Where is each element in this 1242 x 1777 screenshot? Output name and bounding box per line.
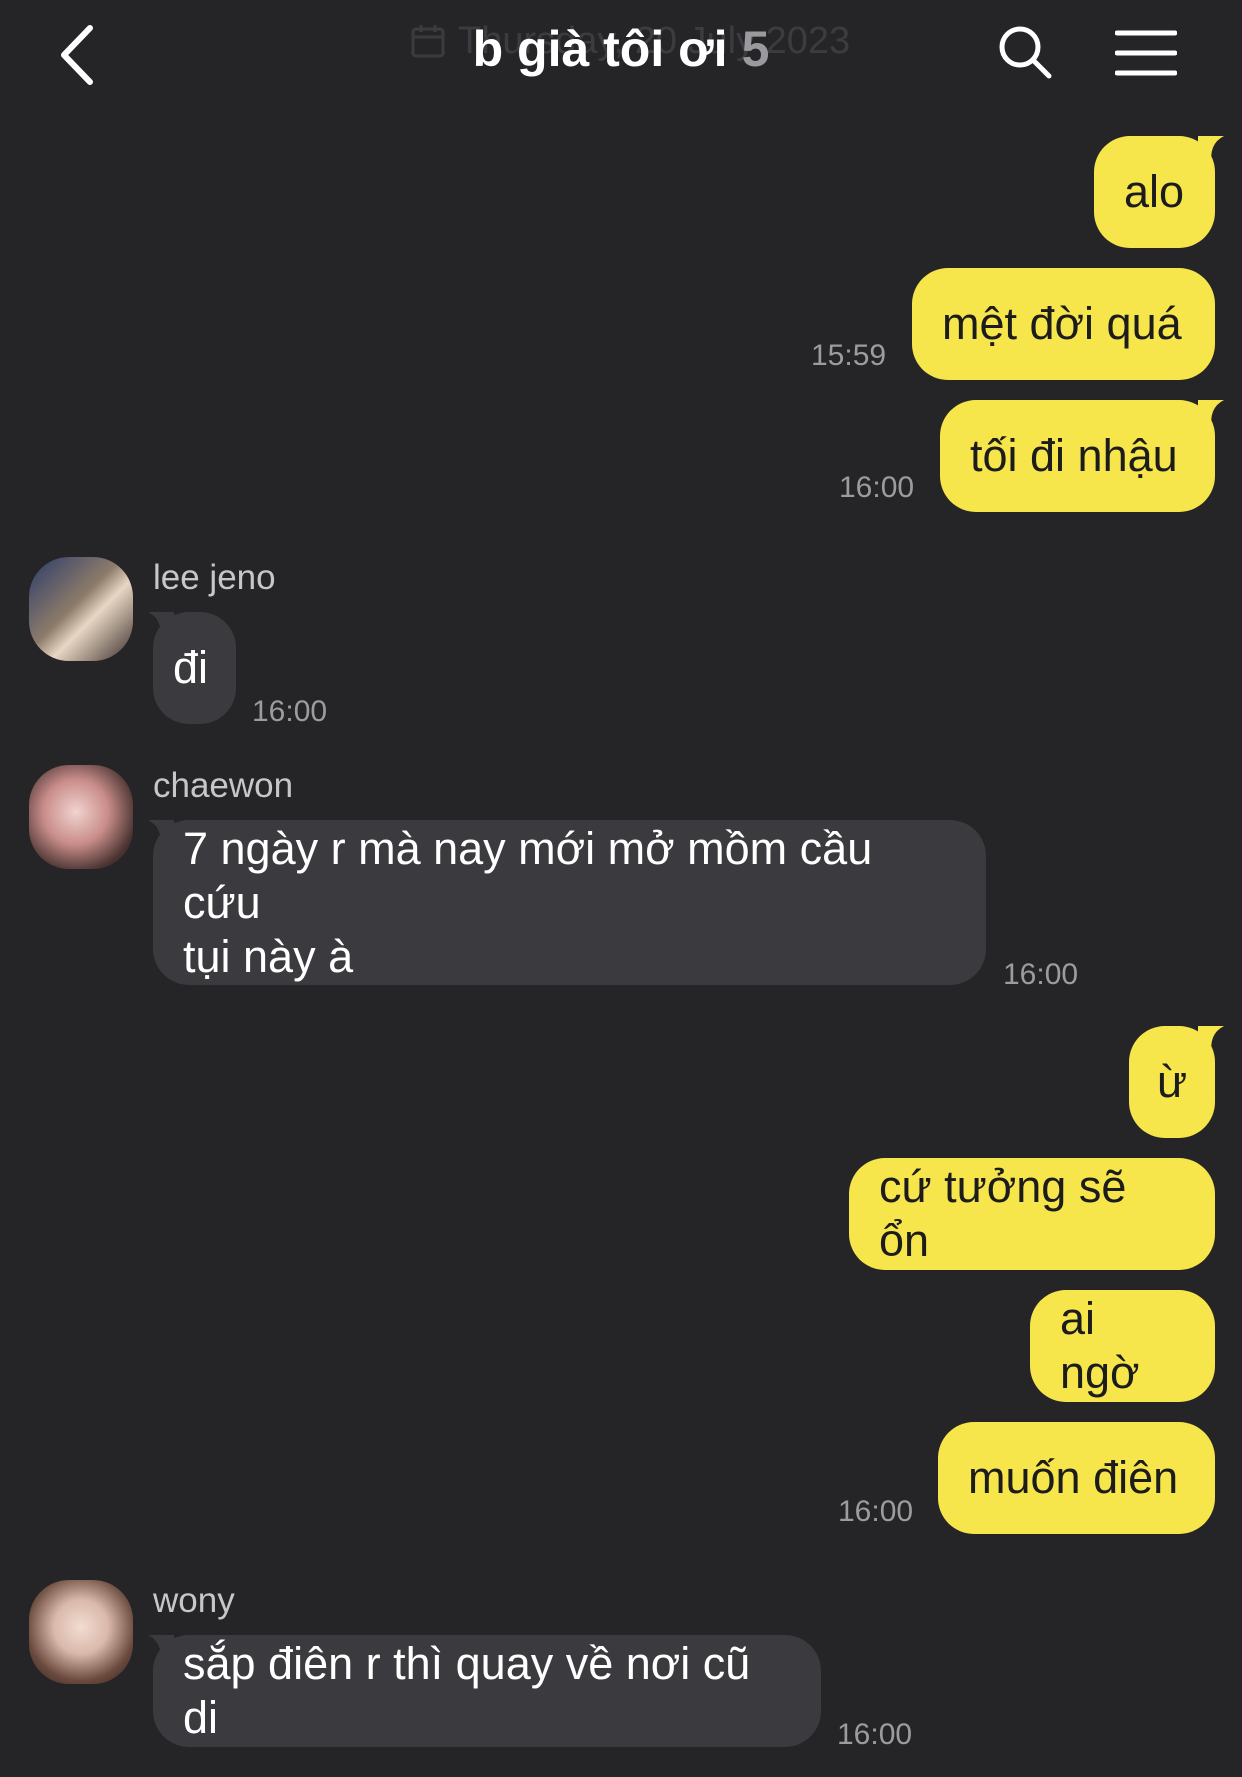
message-text: cứ tưởng sẽ ổn (879, 1161, 1127, 1266)
message-text: ừ (1156, 1056, 1188, 1107)
message-text: alo (1124, 166, 1185, 217)
sender-name: chaewon (153, 766, 294, 805)
bubble-tail (1198, 1026, 1224, 1056)
bubble-tail (1198, 400, 1224, 430)
message-text-line: 7 ngày r mà nay mới mở mồm cầu cứu (183, 822, 873, 928)
sender-name: wony (153, 1581, 235, 1620)
outgoing-message[interactable]: cứ tưởng sẽ ổn (849, 1158, 1215, 1270)
avatar-chaewon[interactable] (29, 765, 133, 869)
search-icon (999, 26, 1052, 79)
message-text: mệt đời quá (942, 298, 1182, 349)
message-text: muốn điên (968, 1452, 1179, 1503)
incoming-message[interactable]: 7 ngày r mà nay mới mở mồm cầu cứu tụi n… (153, 820, 986, 985)
message-text: tối đi nhậu (970, 430, 1178, 481)
message-text: ai ngờ (1060, 1293, 1140, 1398)
sender-name: lee jeno (153, 558, 276, 597)
menu-icon (1114, 30, 1178, 76)
outgoing-message[interactable]: ai ngờ (1030, 1290, 1215, 1402)
message-text: đi (173, 642, 209, 693)
chat-title: b già tôi ơi 5 (0, 20, 1242, 78)
menu-button[interactable] (1114, 28, 1178, 78)
message-time: 16:00 (837, 1718, 913, 1751)
message-time: 16:00 (838, 1495, 914, 1528)
message-time: 16:00 (252, 695, 328, 728)
bubble-tail (1198, 136, 1224, 166)
message-text-line: tụi này à (183, 930, 354, 982)
avatar-wony[interactable] (29, 1580, 133, 1684)
outgoing-message[interactable]: mệt đời quá (912, 268, 1215, 380)
incoming-message[interactable]: đi (153, 612, 236, 724)
message-time: 16:00 (1003, 958, 1079, 991)
outgoing-message[interactable]: tối đi nhậu (940, 400, 1215, 512)
outgoing-message[interactable]: muốn điên (938, 1422, 1215, 1534)
message-text: sắp điên r thì quay về nơi cũ di (183, 1638, 751, 1743)
member-count: 5 (741, 21, 770, 77)
avatar-lee-jeno[interactable] (29, 557, 133, 661)
search-button[interactable] (995, 22, 1055, 82)
message-time: 16:00 (839, 471, 915, 504)
group-name: b già tôi ơi (472, 21, 728, 77)
incoming-message[interactable]: sắp điên r thì quay về nơi cũ di (153, 1635, 821, 1747)
chat-header: Thursday, 20 July 2023 b già tôi ơi 5 (0, 0, 1242, 115)
message-time: 15:59 (811, 339, 887, 372)
outgoing-message[interactable]: alo (1094, 136, 1215, 248)
